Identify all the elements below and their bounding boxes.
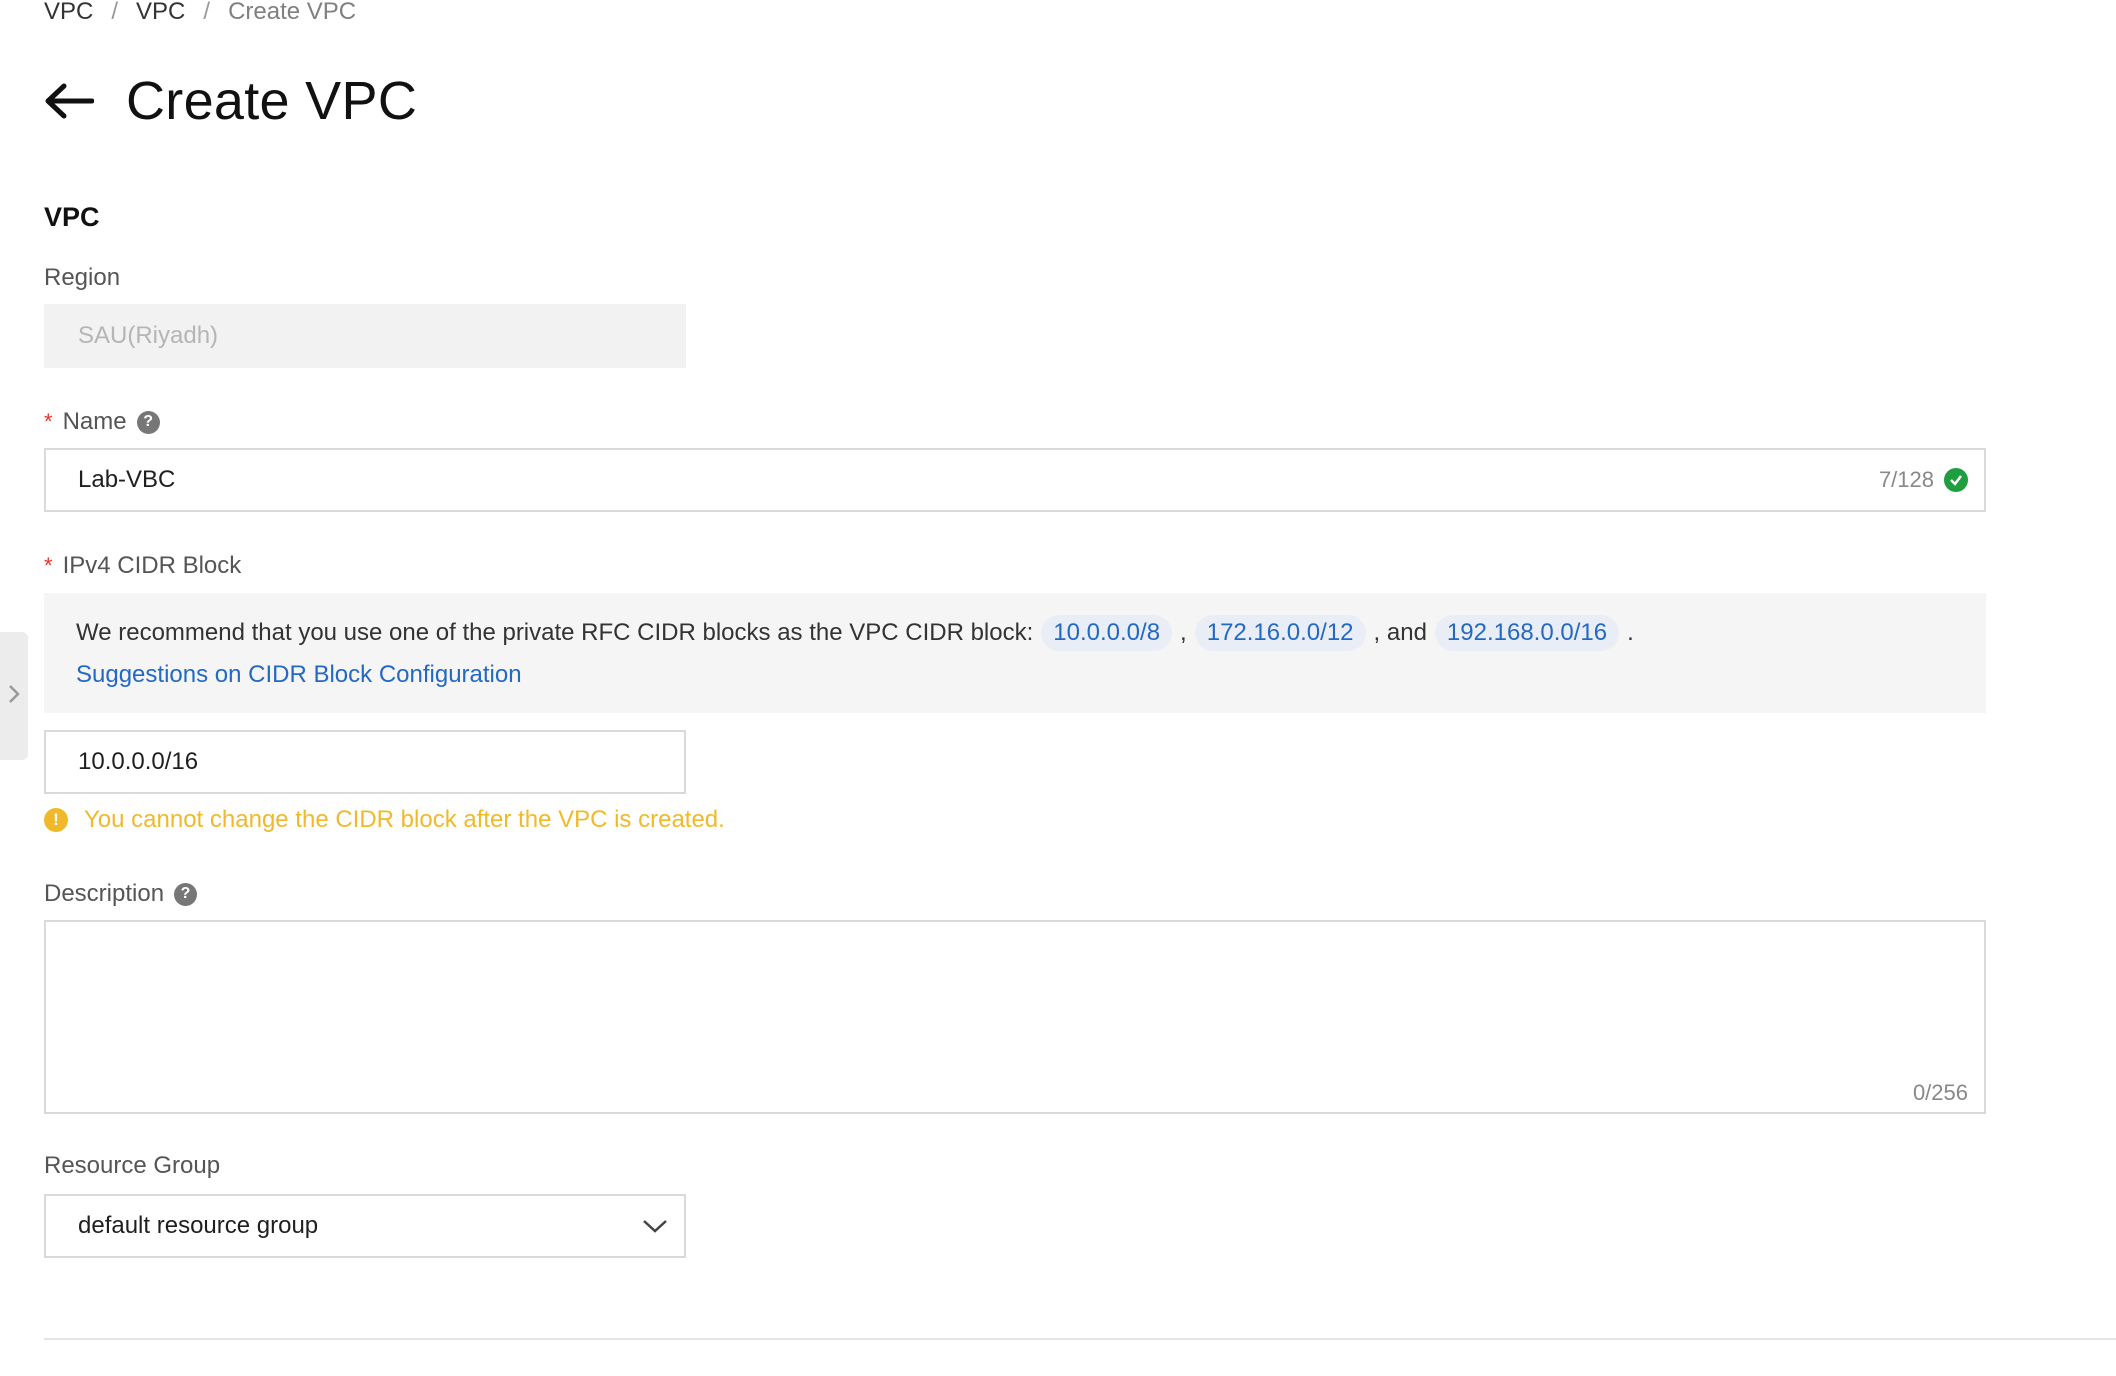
cidr-input[interactable]: 10.0.0.0/16: [44, 730, 686, 794]
cidr-recommendation-box: We recommend that you use one of the pri…: [44, 593, 1986, 713]
comma-text: ,: [1180, 619, 1187, 646]
exclamation-circle-icon: !: [44, 808, 68, 832]
question-circle-icon[interactable]: ?: [136, 410, 160, 434]
cidr-suggestions-link[interactable]: Suggestions on CIDR Block Configuration: [76, 661, 522, 689]
question-circle-icon[interactable]: ?: [174, 882, 198, 906]
description-textarea[interactable]: 0/256: [44, 920, 1986, 1114]
cidr-label: * IPv4 CIDR Block: [44, 550, 241, 582]
region-value: SAU(Riyadh): [78, 322, 219, 349]
region-label-text: Region: [44, 264, 121, 291]
description-label: Description ?: [44, 878, 198, 910]
cidr-warning-text: You cannot change the CIDR block after t…: [84, 806, 725, 833]
resource-group-select[interactable]: default resource group: [44, 1194, 686, 1258]
name-label-text: Name: [62, 408, 127, 435]
name-label: * Name ?: [44, 406, 160, 438]
chevron-right-icon: [7, 683, 21, 710]
footer-divider: [44, 1338, 2116, 1340]
name-input-value: Lab-VBC: [78, 466, 176, 493]
name-input[interactable]: Lab-VBC 7/128: [44, 448, 1986, 512]
breadcrumb-separator: /: [111, 0, 119, 25]
sidebar-expand-tab[interactable]: [0, 632, 28, 760]
required-mark: *: [44, 553, 53, 578]
region-label: Region: [44, 262, 120, 294]
description-label-text: Description: [44, 880, 165, 907]
resource-group-label-text: Resource Group: [44, 1152, 221, 1179]
name-char-counter: 7/128: [1879, 467, 1968, 493]
chevron-down-icon: [640, 1211, 670, 1241]
page-title: Create VPC: [126, 71, 418, 131]
description-char-counter: 0/256: [1912, 1080, 1968, 1105]
breadcrumb-item-current: Create VPC: [228, 0, 357, 25]
arrow-left-icon[interactable]: [44, 81, 96, 121]
page-header: Create VPC: [44, 66, 417, 136]
check-circle-icon: [1944, 468, 1968, 492]
create-vpc-page: VPC / VPC / Create VPC Create VPC VPC Re…: [0, 0, 2116, 1376]
and-text: , and: [1373, 619, 1427, 646]
cidr-label-text: IPv4 CIDR Block: [62, 552, 242, 579]
resource-group-value: default resource group: [78, 1212, 319, 1239]
breadcrumb: VPC / VPC / Create VPC: [44, 0, 356, 30]
breadcrumb-item-vpc[interactable]: VPC: [136, 0, 185, 26]
region-field: SAU(Riyadh): [44, 304, 686, 368]
period-text: .: [1627, 619, 1634, 646]
cidr-input-value: 10.0.0.0/16: [78, 748, 199, 775]
cidr-chip-192[interactable]: 192.168.0.0/16: [1434, 615, 1620, 651]
breadcrumb-item-vpc-root[interactable]: VPC: [44, 0, 93, 26]
resource-group-label: Resource Group: [44, 1150, 220, 1182]
cidr-chip-10[interactable]: 10.0.0.0/8: [1041, 615, 1173, 651]
cidr-recommendation-line: We recommend that you use one of the pri…: [76, 613, 1954, 653]
cidr-chip-172[interactable]: 172.16.0.0/12: [1194, 615, 1366, 651]
section-title: VPC: [44, 202, 100, 232]
cidr-recommendation-text: We recommend that you use one of the pri…: [76, 619, 1034, 646]
name-counter-text: 7/128: [1878, 467, 1934, 492]
required-mark: *: [44, 409, 53, 434]
breadcrumb-separator: /: [203, 0, 211, 25]
cidr-warning: ! You cannot change the CIDR block after…: [44, 806, 725, 834]
